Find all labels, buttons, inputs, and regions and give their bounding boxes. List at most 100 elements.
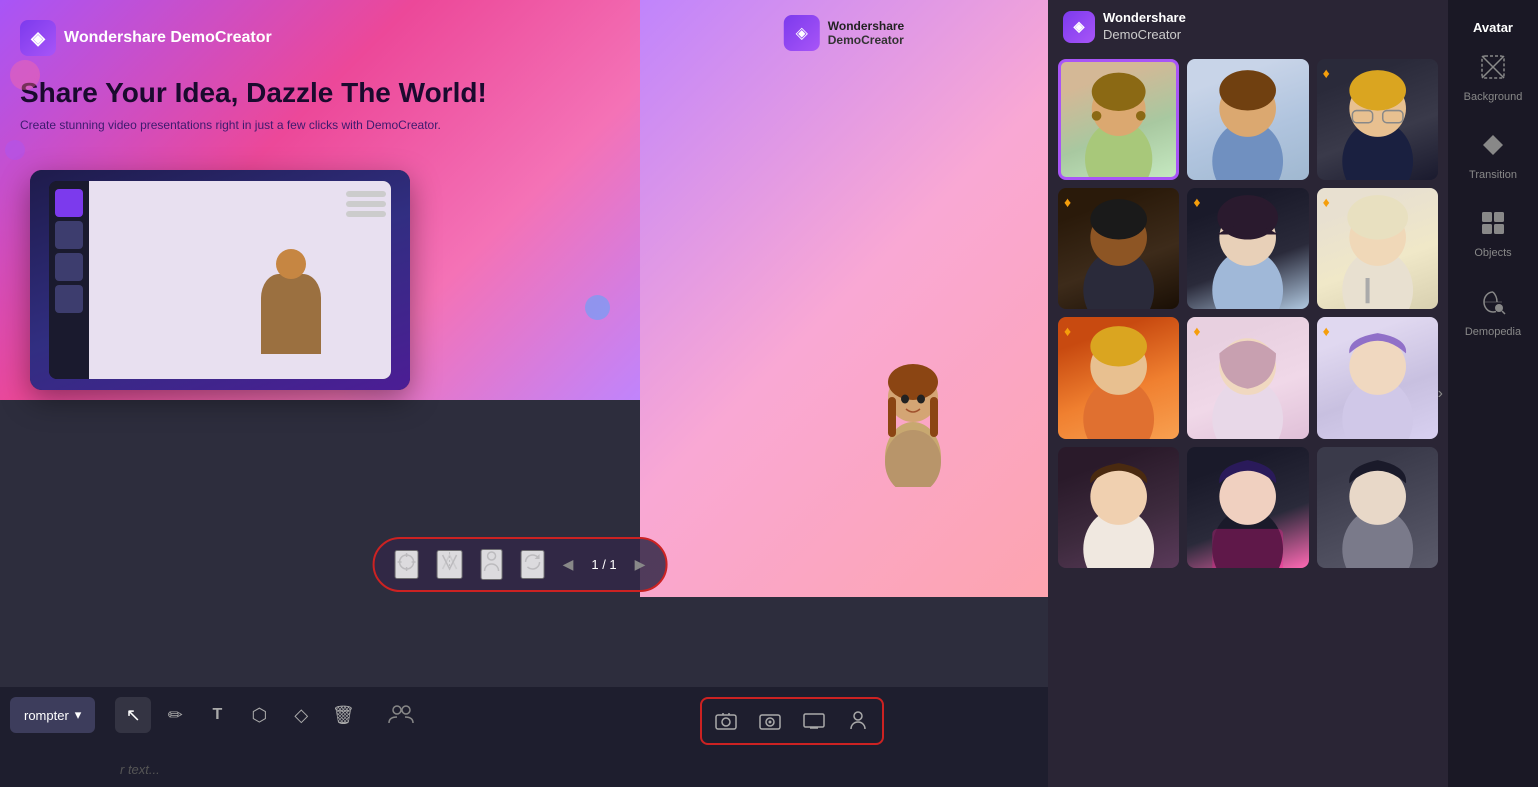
extra-action-btn[interactable] [381,697,421,733]
text-tool-btn[interactable]: T [199,697,235,733]
mockup-toolbar [346,191,386,217]
sidebar-item-background[interactable]: Background [1448,40,1538,118]
avatar-figure-6 [1317,188,1438,309]
prompter-label: rompter [24,708,69,723]
premium-badge-8: ♦ [1193,323,1200,339]
screen-btn[interactable] [794,703,834,739]
avatar-target-btn[interactable] [395,550,419,579]
logo-text: Wondershare DemoCreator [64,29,272,47]
transition-icon [1480,132,1506,164]
delete-tool-btn[interactable]: 🗑 [325,697,361,733]
middle-panel: ◈ Wondershare DemoCreator [1048,0,1448,787]
wondershare-logo: ◈ Wondershare DemoCreator [1063,10,1186,44]
mockup-person-head [276,249,306,279]
ws-logo-icon: ◈ [1063,11,1095,43]
sidebar-item-demopedia[interactable]: Demopedia [1448,275,1538,353]
avatar-card-1[interactable] [1058,59,1179,180]
premium-badge-6: ♦ [1323,194,1330,210]
avatar-mirror-btn[interactable] [437,550,463,579]
slide-logo: ◈ Wondershare DemoCreator [20,20,620,56]
camera-bg-btn[interactable] [706,703,746,739]
ws-watermark: ◈ Wondershare DemoCreator [784,15,904,51]
avatar-figure-10 [1058,447,1179,568]
avatar-figure-8 [1187,317,1308,438]
slide-background: ◈ Wondershare DemoCreator Share Your Ide… [0,0,640,400]
sidebar-item-objects[interactable]: Objects [1448,196,1538,274]
avatar-figure-7 [1058,317,1179,438]
avatar-card-6[interactable]: ♦ [1317,188,1438,309]
avatar-prev-arrow[interactable]: ◀ [563,556,574,573]
avatar-card-12[interactable] [1317,447,1438,568]
ws-mark-icon: ◈ [784,15,820,51]
ws-brand: Wondershare [1103,10,1186,27]
avatar-next-arrow[interactable]: ▶ [635,556,646,573]
avatar-card-10[interactable] [1058,447,1179,568]
slide-subtitle: Create stunning video presentations righ… [20,118,620,132]
mockup-person [251,249,331,379]
prompter-button[interactable]: rompter ▾ [10,697,95,733]
avatar-figure-12 [1317,447,1438,568]
text-input-area: r text... [120,762,160,777]
sidebar-item-transition[interactable]: Transition [1448,118,1538,196]
avatar-card-7[interactable]: ♦ [1058,317,1179,438]
avatar-figure-9 [1317,317,1438,438]
avatar-figure-4 [1058,188,1179,309]
select-tool-btn[interactable]: ↖ [115,697,151,733]
mockup-person-body [261,274,321,354]
toolbar-tools: ↖ ✏ T ⬡ ◇ 🗑 [105,697,371,733]
canvas-avatar[interactable] [868,337,958,487]
premium-badge-9: ♦ [1323,323,1330,339]
demopedia-label: Demopedia [1465,326,1521,339]
mockup-sidebar [49,181,89,379]
avatar-card-9[interactable]: ♦ [1317,317,1438,438]
ws-product: DemoCreator [1103,27,1181,42]
avatar-gallery: ♦ ♦ [1048,54,1448,787]
background-label: Background [1464,91,1523,104]
avatar-card-11[interactable] [1187,447,1308,568]
avatar-figure-5 [1187,188,1308,309]
avatar-svg [868,337,958,487]
right-sidebar: Avatar Background Transition [1448,0,1538,787]
avatar-figure-2 [1187,59,1308,180]
transition-label: Transition [1469,169,1517,182]
premium-badge-5: ♦ [1193,194,1200,210]
gallery-nav-arrow[interactable]: › [1438,385,1443,403]
mockup-screen [30,170,410,390]
person-view-btn[interactable] [838,703,878,739]
mockup-sidebar-item [55,285,83,313]
mockup-sidebar-item [55,253,83,281]
canvas-area: ◈ Wondershare DemoCreator Share Your Ide… [0,0,1048,787]
mockup-bar [346,211,386,217]
objects-label: Objects [1474,247,1511,260]
avatar-card-3[interactable]: ♦ [1317,59,1438,180]
ws-mark-name: Wondershare [828,19,904,33]
deco-element [585,295,610,320]
camera-face-btn[interactable] [750,703,790,739]
avatar-figure-11 [1187,447,1308,568]
mockup-main [89,181,391,379]
slide-content: ◈ Wondershare DemoCreator Share Your Ide… [0,0,640,400]
main-area: ◈ Wondershare DemoCreator Share Your Ide… [0,0,1538,787]
sidebar-active-tab-label: Avatar [1448,10,1538,40]
canvas-content: ◈ Wondershare DemoCreator Share Your Ide… [0,0,1048,687]
avatar-card-2[interactable] [1187,59,1308,180]
mockup-inner [49,181,391,379]
avatar-card-8[interactable]: ♦ [1187,317,1308,438]
avatar-card-4[interactable]: ♦ [1058,188,1179,309]
avatar-rotate-btn[interactable] [521,550,545,579]
mockup-sidebar-item [55,189,83,217]
avatar-card-5[interactable]: ♦ [1187,188,1308,309]
slide-title: Share Your Idea, Dazzle The World! [20,76,620,110]
canvas-right-bg: ◈ Wondershare DemoCreator [640,0,1048,597]
logo-icon: ◈ [20,20,56,56]
demopedia-icon [1480,289,1506,321]
pen-tool-btn[interactable]: ✏ [157,697,193,733]
shape-tool-btn[interactable]: ⬡ [241,697,277,733]
avatar-figure-3 [1317,59,1438,180]
eraser-tool-btn[interactable]: ◇ [283,697,319,733]
view-controls [700,697,884,745]
ws-logo-text: Wondershare DemoCreator [1103,10,1186,44]
avatar-person-btn[interactable] [481,549,503,580]
mockup-bar [346,191,386,197]
deco-element [5,140,25,160]
